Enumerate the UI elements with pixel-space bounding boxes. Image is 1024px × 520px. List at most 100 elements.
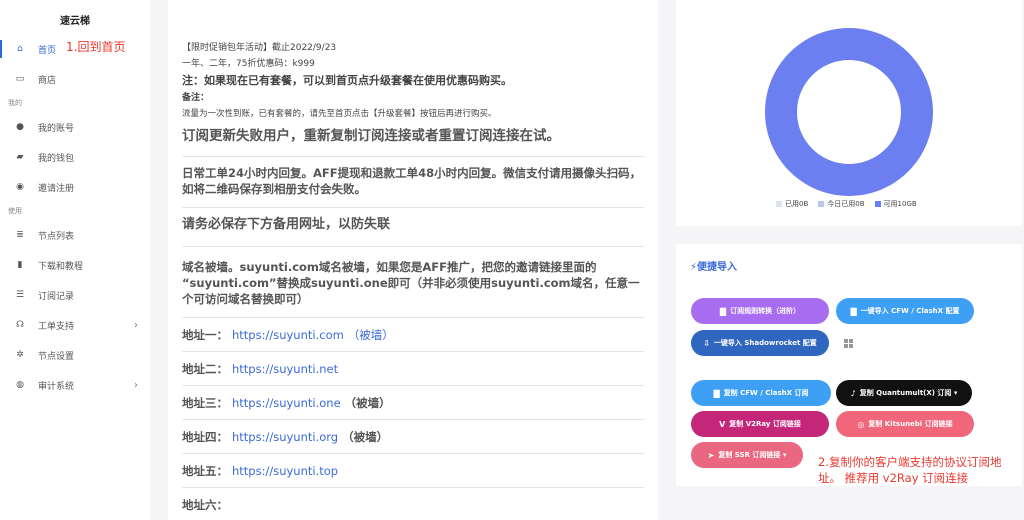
sidebar-item-label: 商店 [38, 75, 57, 86]
address-blocked-note: （被墙） [342, 429, 389, 444]
sidebar-item-download[interactable]: ▮ 下载和教程 [0, 250, 150, 280]
address-blocked-note: （被墙） [347, 327, 394, 342]
copy-v2ray-icon: V [719, 419, 726, 429]
sidebar-item-label: 订阅记录 [38, 291, 75, 302]
copy-quantumult-button[interactable]: ♪ 复制 Quantumult(X) 订阅 ▾ [836, 380, 972, 406]
copy-ssr-icon: ➤ [707, 450, 715, 460]
address-label: 地址三： [182, 395, 228, 410]
brand-logo[interactable]: 速云梯 [0, 0, 150, 34]
sidebar-item-label: 节点设置 [38, 351, 75, 362]
sidebar-item-audit[interactable]: ◍ 审计系统 › [0, 370, 150, 400]
address-row: 地址一： https://suyunti.com （被墙） [182, 318, 644, 352]
address-link[interactable]: https://suyunti.one [232, 396, 341, 410]
sidebar-item-label: 我的账号 [38, 123, 75, 134]
import-shadowrocket-button[interactable]: ⇩ 一键导入 Shadowrocket 配置 [691, 330, 829, 356]
store-icon: ▭ [15, 74, 25, 84]
user-icon: ● [16, 122, 24, 132]
book-icon: ▮ [17, 260, 23, 270]
sidebar-item-sublog[interactable]: ☰ 订阅记录 [0, 280, 150, 310]
traffic-donut-chart [764, 28, 933, 196]
copy-ssr-button[interactable]: ➤ 复制 SSR 订阅链接 ▾ [691, 442, 803, 468]
button-label: 复制 Quantumult(X) 订阅 ▾ [859, 389, 958, 397]
section-mine: 我的 [8, 99, 22, 107]
promo-line: 一年、二年，75折优惠码：k999 [182, 59, 315, 69]
announcement-panel: 【限时促销包年活动】截止2022/9/23 一年、二年，75折优惠码：k999 … [168, 0, 658, 520]
button-label: 一键导入 Shadowrocket 配置 [713, 339, 817, 347]
import-cfw-icon: ▇ [850, 306, 857, 316]
annotation-copy: 2.复制你的客户端支持的协议订阅地址。 推荐用 v2Ray 订阅连接 [818, 455, 1002, 485]
button-label: 订阅规则转换（进阶） [730, 307, 801, 315]
lines-icon: ☰ [15, 290, 25, 300]
sub-convert-button[interactable]: ▇ 订阅规则转换（进阶） [691, 298, 829, 324]
copy-cfw-button[interactable]: ▇ 复制 CFW / ClashX 订阅 [691, 380, 831, 406]
legend-item[interactable]: 已用 0B [776, 199, 808, 209]
legend-value: 0B [855, 200, 865, 208]
address-label: 地址六： [182, 497, 228, 512]
invite-icon: ◉ [16, 182, 24, 192]
sidebar-item-nodeset[interactable]: ✲ 节点设置 [0, 340, 150, 370]
sidebar-item-label: 下载和教程 [38, 261, 84, 272]
sidebar: 速云梯 ⌂ 首页 ▭ 商店 我的 ● 我的账号 ▰ 我的钱包 ◉ 邀请注册 使用 ≣ 节点列表 ▮ 下… [0, 0, 150, 520]
promo-remark-label: 备注： [182, 93, 210, 103]
quick-import-card: ⚡便捷导入 ▇ 订阅规则转换（进阶） ▇ 一键导入 CFW / ClashX 配置 ⇩ 一… [676, 244, 1022, 486]
address-link[interactable]: https://suyunti.top [232, 464, 338, 478]
button-label: 复制 SSR 订阅链接 ▾ [718, 451, 787, 459]
list-icon: ≣ [16, 230, 24, 240]
button-label: 复制 Kitsunebi 订阅链接 [868, 420, 953, 428]
section-use: 使用 [8, 207, 22, 215]
qrcode-icon[interactable] [844, 339, 853, 348]
home-icon: ⌂ [17, 44, 23, 54]
address-row: 地址四： https://suyunti.org （被墙） [182, 420, 644, 454]
legend-value: 10GB [897, 200, 917, 208]
sidebar-item-label: 邀请注册 [38, 183, 75, 194]
address-row: 地址六： [182, 488, 644, 520]
sidebar-item-invite[interactable]: ◉ 邀请注册 [0, 172, 150, 202]
address-link[interactable]: https://suyunti.com [232, 328, 344, 342]
sidebar-item-account[interactable]: ● 我的账号 [0, 112, 150, 142]
sidebar-item-wallet[interactable]: ▰ 我的钱包 [0, 142, 150, 172]
sidebar-item-label: 工单支持 [38, 321, 75, 332]
button-label: 一键导入 CFW / ClashX 配置 [860, 307, 960, 315]
legend-item[interactable]: 可用 10GB [874, 199, 917, 209]
legend-swatch [874, 201, 881, 207]
legend-label: 已用 [785, 200, 799, 208]
legend-label: 可用 [883, 200, 898, 208]
promo-note: 注：如果现在已有套餐，可以到首页点升级套餐在使用优惠码购买。 [182, 74, 512, 87]
sub-convert-icon: ▇ [719, 306, 727, 316]
import-shadowrocket-icon: ⇩ [703, 338, 710, 348]
sidebar-item-label: 审计系统 [38, 381, 75, 392]
domain-notice: 域名被墙。suyunti.com域名被墙，如果您是AFF推广，把您的邀请链接里面… [182, 247, 644, 318]
copy-kitsunebi-button[interactable]: ◎ 复制 Kitsunebi 订阅链接 [836, 411, 974, 437]
copy-cfw-icon: ▇ [713, 388, 720, 398]
sidebar-item-label: 节点列表 [38, 231, 75, 242]
globe-icon: ◍ [16, 380, 24, 390]
address-link[interactable]: https://suyunti.org [232, 430, 338, 444]
import-cfw-button[interactable]: ▇ 一键导入 CFW / ClashX 配置 [836, 298, 974, 324]
address-link[interactable]: https://suyunti.net [232, 362, 338, 376]
promo-line: 【限时促销包年活动】截止2022/9/23 [182, 43, 337, 53]
copy-kitsunebi-icon: ◎ [857, 419, 865, 429]
annotation-home: 1.回到首页 [66, 40, 126, 54]
wallet-icon: ▰ [16, 152, 24, 162]
chevron-right-icon: › [134, 319, 138, 331]
address-label: 地址一： [182, 327, 228, 342]
subscription-notice: 订阅更新失败用户，重新复制订阅连接或者重置订阅连接在试。 [182, 122, 644, 157]
promo-block: 【限时促销包年活动】截止2022/9/23 一年、二年，75折优惠码：k999 … [182, 0, 644, 122]
button-label: 复制 V2Ray 订阅链接 [729, 420, 801, 428]
address-blocked-note: （被墙） [344, 395, 391, 410]
traffic-card: 已用 0B 今日已用 0B 可用 10GB [676, 0, 1022, 226]
sidebar-item-nodes[interactable]: ≣ 节点列表 [0, 220, 150, 250]
chevron-right-icon: › [134, 379, 138, 391]
bolt-icon: ⚡ [690, 262, 698, 273]
sidebar-item-ticket[interactable]: ☊ 工单支持 › [0, 310, 150, 340]
legend-item[interactable]: 今日已用 0B [818, 199, 865, 209]
legend-swatch [776, 201, 782, 207]
legend-label: 今日已用 [827, 200, 856, 208]
copy-v2ray-button[interactable]: V 复制 V2Ray 订阅链接 [691, 411, 829, 437]
legend-value: 0B [799, 200, 809, 208]
sidebar-item-store[interactable]: ▭ 商店 [0, 64, 150, 94]
support-icon: ☊ [16, 320, 24, 330]
backup-notice: 请务必保存下方备用网址，以防失联 [182, 208, 644, 247]
promo-remark: 流量为一次性到账，已有套餐的，请先至首页点击【升级套餐】按钮后再进行购买。 [182, 109, 497, 119]
donut-slice-2 [764, 28, 933, 196]
